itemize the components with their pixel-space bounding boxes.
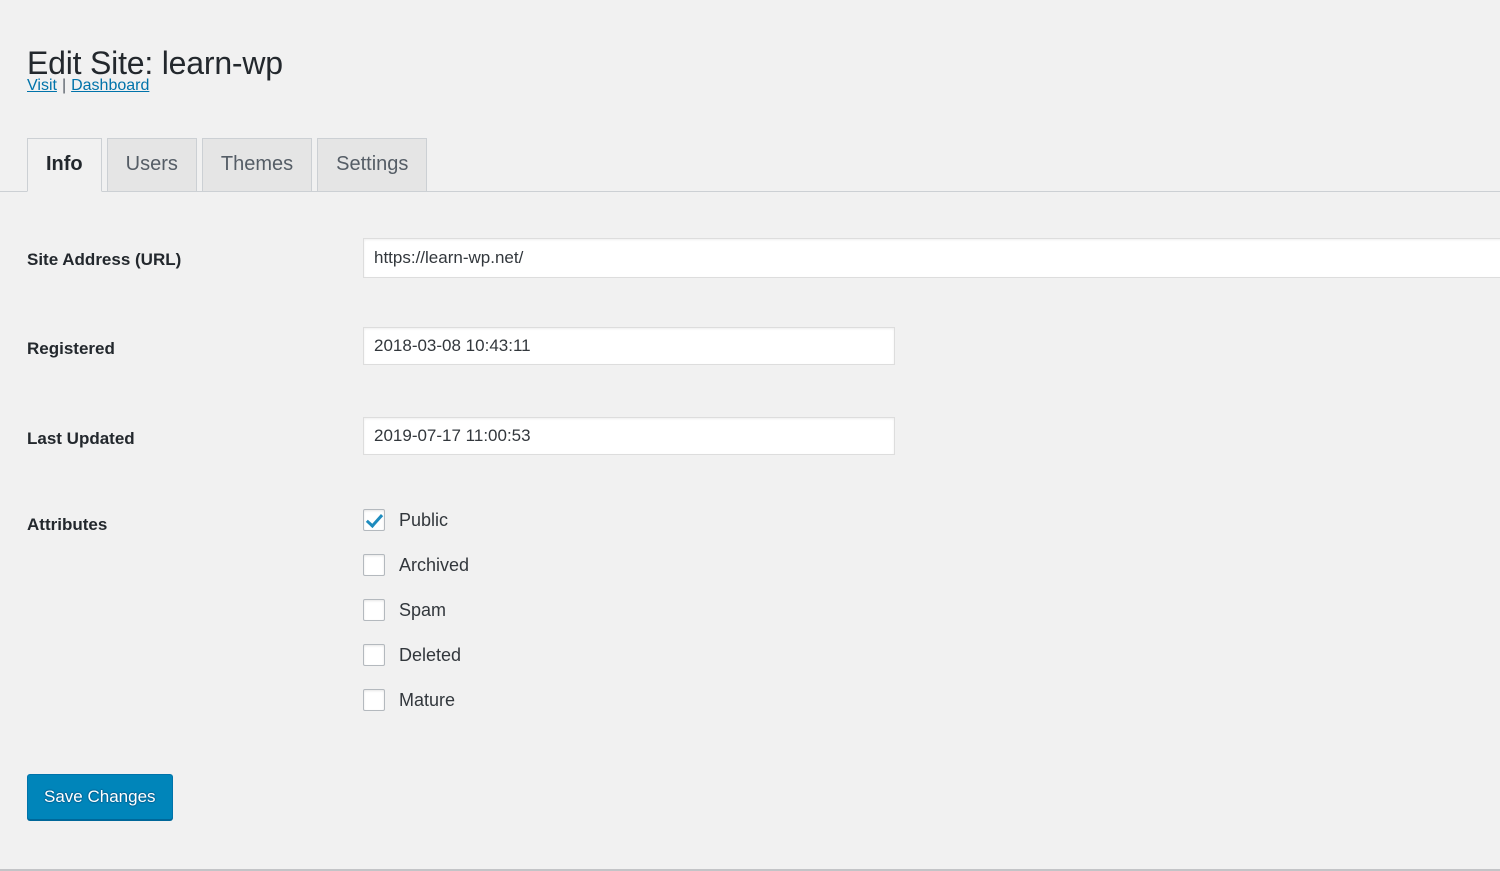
last-updated-row: Last Updated xyxy=(0,409,1500,469)
registered-label: Registered xyxy=(27,338,115,360)
visit-link[interactable]: Visit xyxy=(27,77,57,94)
tab-themes[interactable]: Themes xyxy=(202,138,312,191)
site-address-input[interactable] xyxy=(363,238,1500,278)
last-updated-input[interactable] xyxy=(363,417,895,455)
submit-area: Save Changes xyxy=(27,774,173,820)
attribute-mature-label: Mature xyxy=(399,691,455,709)
save-changes-button[interactable]: Save Changes xyxy=(27,774,173,820)
checkbox-unchecked-icon[interactable] xyxy=(363,644,385,666)
site-links: Visit|Dashboard xyxy=(27,78,149,94)
attributes-label: Attributes xyxy=(27,514,107,536)
attribute-archived[interactable]: Archived xyxy=(363,542,469,587)
attribute-public-label: Public xyxy=(399,511,448,529)
attribute-deleted-label: Deleted xyxy=(399,646,461,664)
site-address-row: Site Address (URL) xyxy=(0,230,1500,290)
checkbox-unchecked-icon[interactable] xyxy=(363,689,385,711)
attributes-checkbox-list: Public Archived Spam Deleted Mature xyxy=(363,497,469,722)
registered-row: Registered xyxy=(0,319,1500,379)
attribute-archived-label: Archived xyxy=(399,556,469,574)
last-updated-label: Last Updated xyxy=(27,428,135,450)
checkbox-unchecked-icon[interactable] xyxy=(363,554,385,576)
tab-settings[interactable]: Settings xyxy=(317,138,427,191)
dashboard-link[interactable]: Dashboard xyxy=(71,77,149,94)
checkbox-unchecked-icon[interactable] xyxy=(363,599,385,621)
tab-users[interactable]: Users xyxy=(107,138,197,191)
site-address-label: Site Address (URL) xyxy=(27,249,181,271)
checkbox-checked-icon[interactable] xyxy=(363,509,385,531)
attribute-mature[interactable]: Mature xyxy=(363,677,469,722)
attribute-spam-label: Spam xyxy=(399,601,446,619)
tab-info[interactable]: Info xyxy=(27,138,102,192)
link-separator: | xyxy=(57,78,71,94)
attribute-spam[interactable]: Spam xyxy=(363,587,469,632)
tab-bar: InfoUsersThemesSettings xyxy=(0,138,1500,192)
edit-site-page: Edit Site: learn-wp Visit|Dashboard Info… xyxy=(0,0,1500,871)
attribute-public[interactable]: Public xyxy=(363,497,469,542)
registered-input[interactable] xyxy=(363,327,895,365)
attribute-deleted[interactable]: Deleted xyxy=(363,632,469,677)
attributes-row: Attributes Public Archived Spam Deleted xyxy=(0,497,1500,737)
